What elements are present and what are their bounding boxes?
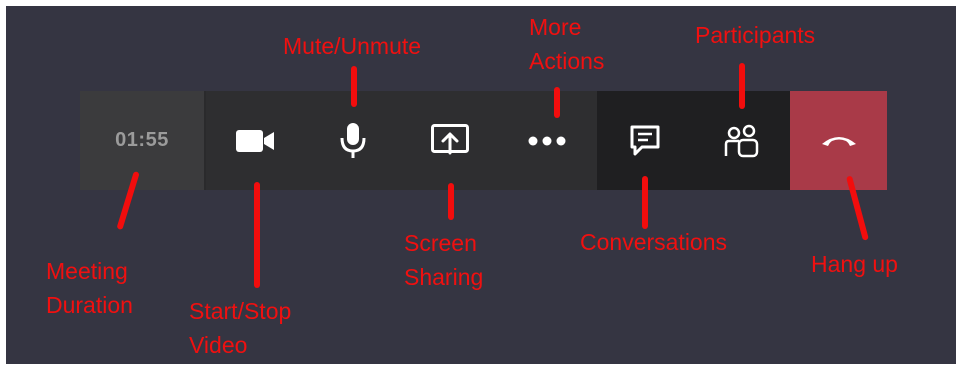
conversations-label: Conversations (580, 229, 728, 255)
more-actions-label: More Actions (529, 14, 605, 74)
more-dots-icon (527, 136, 567, 146)
mute-pointer (351, 66, 357, 107)
screen-share-icon (430, 123, 470, 159)
screen-share-button[interactable] (402, 91, 497, 190)
meeting-toolbar: 01:55 (80, 91, 892, 190)
participants-pointer (739, 63, 745, 109)
meeting-duration: 01:55 (80, 91, 206, 190)
meeting-duration-label: Meeting Duration (46, 258, 133, 318)
participants-icon (723, 123, 761, 159)
more-pointer (554, 87, 560, 118)
mute-unmute-label: Mute/Unmute (283, 33, 422, 59)
hang-up-button[interactable] (790, 91, 887, 190)
toolbar-main-group (206, 91, 597, 190)
participants-label: Participants (695, 22, 816, 48)
phone-hangup-icon (820, 134, 858, 148)
meeting-stage: 01:55 Meeting Duration Start/Stop Video … (6, 6, 956, 364)
video-toggle-button[interactable] (206, 91, 304, 190)
video-pointer (254, 182, 260, 288)
chat-icon (628, 123, 664, 159)
meeting-duration-text: 01:55 (115, 129, 169, 151)
conversations-pointer (642, 176, 648, 229)
microphone-icon (338, 121, 368, 161)
video-camera-icon (234, 127, 276, 155)
share-pointer (448, 183, 454, 220)
hang-up-label: Hang up (811, 251, 898, 277)
screen-sharing-label: Screen Sharing (404, 230, 484, 290)
more-actions-button[interactable] (497, 91, 597, 190)
start-stop-video-label: Start/Stop Video (189, 298, 292, 358)
